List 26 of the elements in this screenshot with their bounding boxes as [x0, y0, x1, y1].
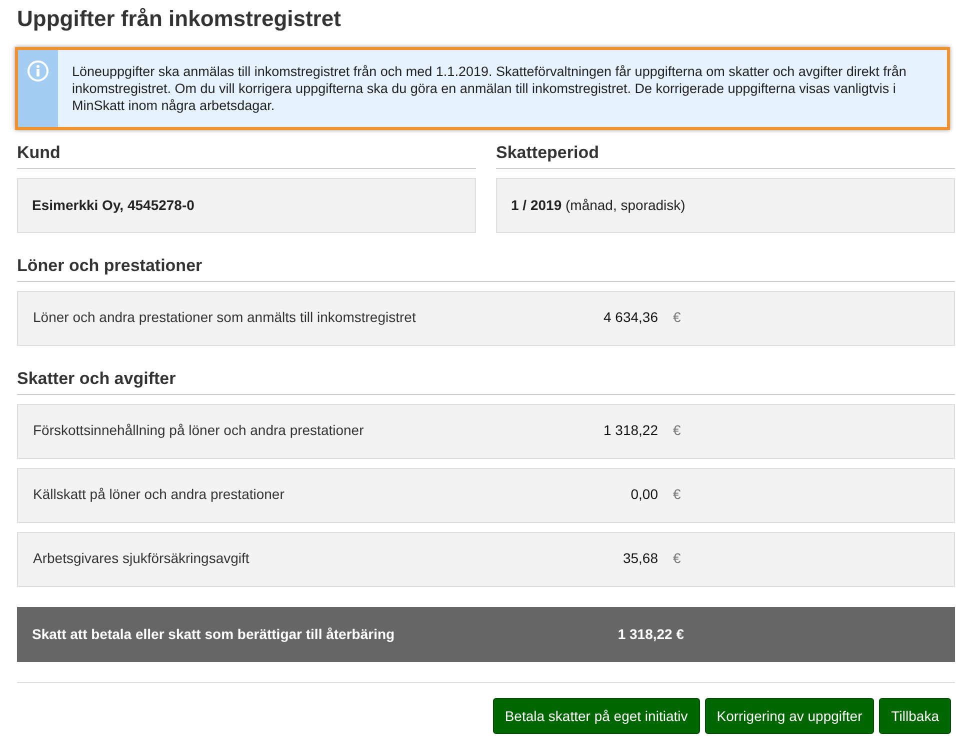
section-heading: Kund: [17, 143, 60, 162]
action-button[interactable]: Betala skatter på eget initiativ: [492, 698, 700, 734]
row-label: Löner och andra prestationer som anmälts till inkomstregistret: [33, 308, 417, 327]
section-heading: Löner och prestationer: [17, 256, 202, 275]
currency-symbol: €: [673, 421, 681, 440]
currency-symbol: €: [673, 485, 681, 504]
page-title: Uppgifter från inkomstregistret: [17, 5, 342, 33]
currency-symbol: €: [673, 308, 681, 327]
row-amount: 0,00: [630, 485, 658, 504]
row-label: Arbetsgivares sjukförsäkringsavgift: [33, 549, 250, 568]
notice-text: Löneuppgifter ska anmälas till inkomstregistret från och med 1.1.2019. Skatteförvaltningen får uppgifterna om skatter och avgifter direkt från inkomstregistret. Om du vill korrigera uppgifterna ska du göra en anmälan till inkomstregistret. De korrigerade uppgifterna visas vanligtvis i MinSkatt inom några arbetsdagar.: [71, 63, 908, 115]
total-label: Skatt att betala eller skatt som berättigar till återbäring: [32, 625, 396, 644]
row-label: Förskottsinnehållning på löner och andra prestationer: [33, 421, 365, 440]
customer-name: Esimerkki Oy, 4545278-0: [32, 196, 194, 215]
section-heading: Skatter och avgifter: [17, 369, 176, 388]
row-amount: 4 634,36: [602, 308, 658, 327]
action-button[interactable]: Tillbaka: [879, 698, 951, 734]
currency-symbol: €: [673, 549, 681, 568]
row-amount: 35,68: [622, 549, 658, 568]
action-button[interactable]: Korrigering av uppgifter: [704, 698, 874, 734]
row-amount: 1 318,22: [602, 421, 658, 440]
info-icon: [27, 60, 49, 82]
section-heading: Skatteperiod: [496, 143, 599, 162]
tax-period: 1 / 2019 (månad, sporadisk): [511, 196, 686, 215]
total-amount: 1 318,22 €: [616, 625, 684, 644]
row-label: Källskatt på löner och andra prestationer: [33, 485, 286, 504]
